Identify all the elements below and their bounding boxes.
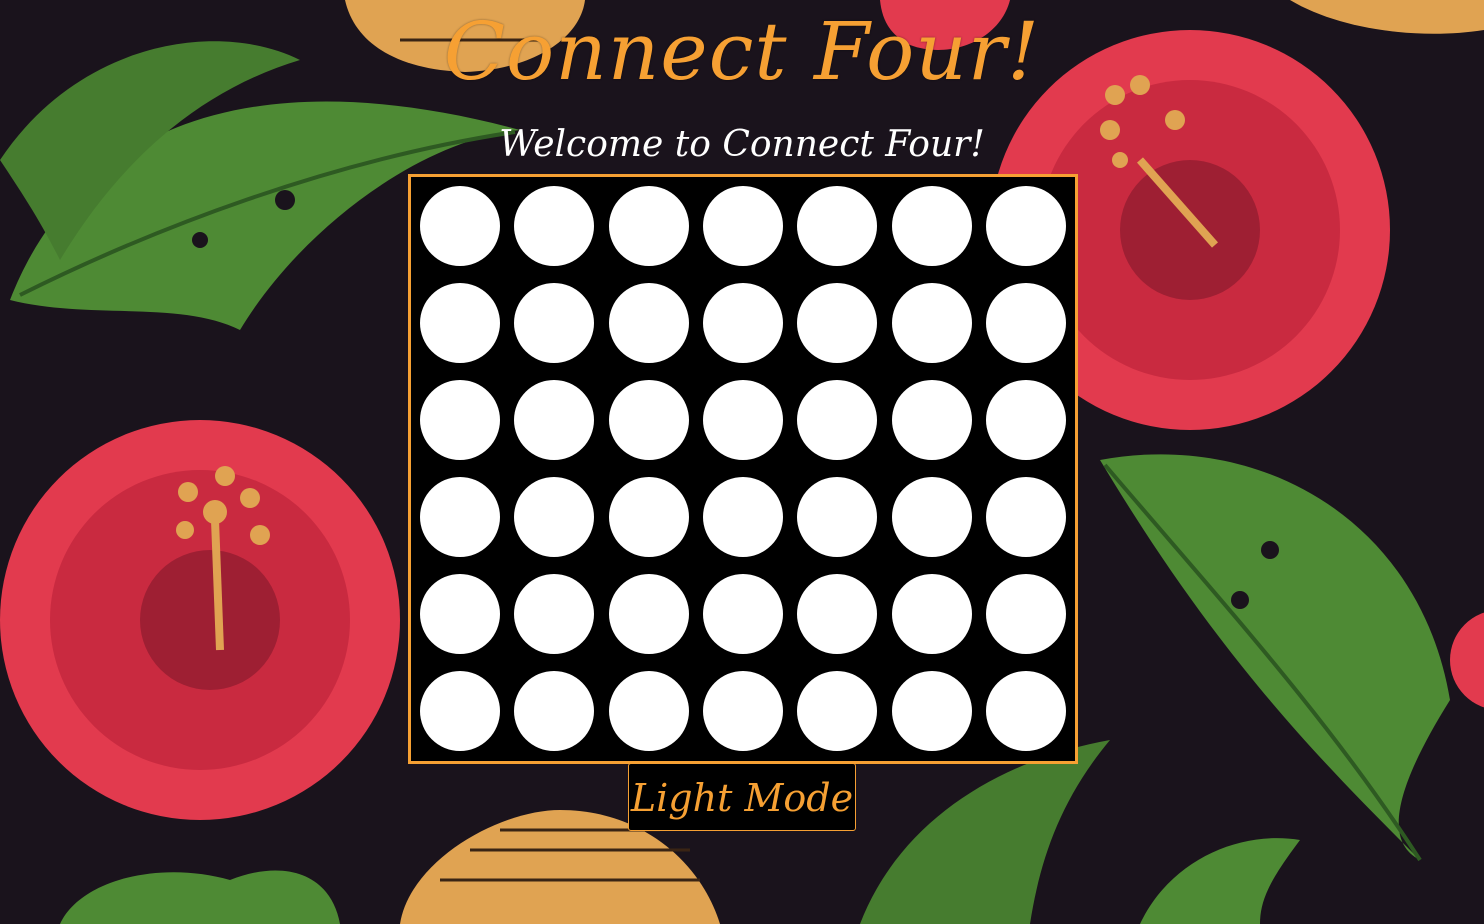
board-slot[interactable] [514,574,595,654]
board-slot[interactable] [514,283,595,363]
welcome-message: Welcome to Connect Four! [499,124,985,165]
board-slot[interactable] [891,186,972,266]
board-slot[interactable] [985,283,1066,363]
board-slot[interactable] [702,477,783,557]
board-slot[interactable] [420,380,500,460]
board-slot[interactable] [797,671,878,751]
board-slot[interactable] [891,380,972,460]
board-slot[interactable] [985,380,1066,460]
board-slot[interactable] [702,186,783,266]
board-slot[interactable] [608,380,689,460]
board-slot[interactable] [420,477,500,557]
board-slot[interactable] [420,186,500,266]
board-slot[interactable] [420,574,500,654]
board-slot[interactable] [702,380,783,460]
board-slot[interactable] [608,477,689,557]
board-slot[interactable] [891,574,972,654]
board-slot[interactable] [797,574,878,654]
board-slot[interactable] [608,671,689,751]
board-slot[interactable] [797,283,878,363]
game-board[interactable] [408,174,1078,764]
board-slot[interactable] [891,477,972,557]
board-slot[interactable] [514,671,595,751]
board-slot[interactable] [420,283,500,363]
board-slot[interactable] [420,671,500,751]
board-slot[interactable] [985,671,1066,751]
board-slot[interactable] [608,186,689,266]
hibiscus-left [0,420,400,820]
board-slot[interactable] [702,574,783,654]
board-slot[interactable] [985,477,1066,557]
board-slot[interactable] [985,574,1066,654]
board-slot[interactable] [608,283,689,363]
board-slot[interactable] [797,186,878,266]
board-slot[interactable] [514,380,595,460]
page-title: Connect Four! [443,5,1041,98]
board-slot[interactable] [985,186,1066,266]
light-mode-button[interactable]: Light Mode [628,763,856,831]
board-slot[interactable] [608,574,689,654]
board-slot[interactable] [514,186,595,266]
board-slot[interactable] [891,671,972,751]
board-slot[interactable] [891,283,972,363]
board-slot[interactable] [702,283,783,363]
board-slot[interactable] [702,671,783,751]
board-slot[interactable] [797,380,878,460]
board-slot[interactable] [797,477,878,557]
board-slot[interactable] [514,477,595,557]
